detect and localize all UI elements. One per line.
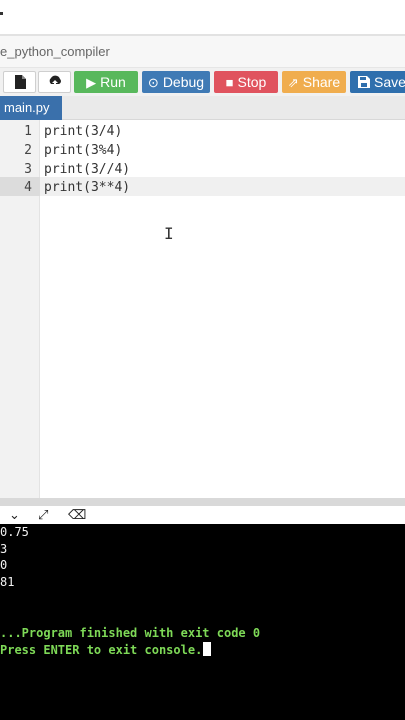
new-file-button[interactable] — [3, 71, 36, 93]
console-line: 0 — [0, 558, 8, 572]
line-number: 4 — [24, 180, 32, 195]
menu-dash — [0, 12, 3, 15]
save-icon — [358, 76, 370, 88]
code-line[interactable]: print(3//4) — [44, 160, 130, 179]
exit-prompt-text: Press ENTER to exit console. — [0, 643, 203, 657]
console-line: 81 — [0, 575, 15, 589]
browser-top-strip — [0, 0, 405, 36]
code-editor[interactable]: 1 2 3 4 print(3/4) print(3%4) print(3//4… — [0, 120, 405, 498]
clear-icon[interactable]: ⌫ — [68, 506, 86, 524]
upload-button[interactable] — [38, 71, 71, 93]
share-label: Share — [302, 74, 341, 90]
file-tabs: main.py — [0, 96, 405, 120]
project-title: e_python_compiler — [0, 44, 110, 59]
run-button[interactable]: ▶ Run — [74, 71, 138, 93]
exit-prompt-line: Press ENTER to exit console. — [0, 642, 212, 659]
toolbar: ▶ Run ⊙ Debug ■ Stop ⇗ Share Save — [0, 68, 405, 96]
line-number: 2 — [24, 143, 32, 158]
share-icon: ⇗ — [287, 74, 299, 90]
debug-icon: ⊙ — [147, 74, 159, 90]
debug-label: Debug — [162, 74, 205, 90]
run-label: Run — [100, 74, 126, 90]
line-number-gutter: 1 2 3 4 — [0, 120, 40, 498]
console-resize-handle[interactable] — [0, 498, 405, 506]
stop-icon: ■ — [225, 74, 234, 90]
save-button[interactable]: Save — [350, 71, 405, 93]
console-toolbar: ⌄ ⤢ ⌫ — [0, 506, 405, 524]
text-cursor-icon: I — [164, 224, 174, 243]
save-label: Save — [374, 74, 405, 90]
project-title-row: e_python_compiler — [0, 36, 405, 68]
line-number: 1 — [24, 124, 32, 139]
code-line[interactable]: print(3%4) — [44, 141, 122, 160]
debug-button[interactable]: ⊙ Debug — [142, 71, 210, 93]
stop-label: Stop — [237, 74, 267, 90]
code-line[interactable]: print(3/4) — [44, 122, 122, 141]
tab-main-py[interactable]: main.py — [0, 96, 62, 120]
console-cursor — [203, 642, 212, 656]
stop-button[interactable]: ■ Stop — [214, 71, 278, 93]
expand-icon[interactable]: ⤢ — [38, 506, 48, 524]
play-icon: ▶ — [86, 74, 97, 90]
line-number: 3 — [24, 162, 32, 177]
console-line: 3 — [0, 542, 8, 556]
code-line[interactable]: print(3**4) — [44, 178, 130, 197]
console-line: 0.75 — [0, 525, 29, 539]
new-file-icon — [14, 75, 26, 89]
exit-status-line: ...Program finished with exit code 0 — [0, 626, 261, 640]
chevron-down-icon[interactable]: ⌄ — [9, 506, 20, 524]
share-button[interactable]: ⇗ Share — [282, 71, 346, 93]
upload-icon — [49, 75, 61, 88]
console-output[interactable]: 0.75 3 0 81 ...Program finished with exi… — [0, 524, 405, 720]
